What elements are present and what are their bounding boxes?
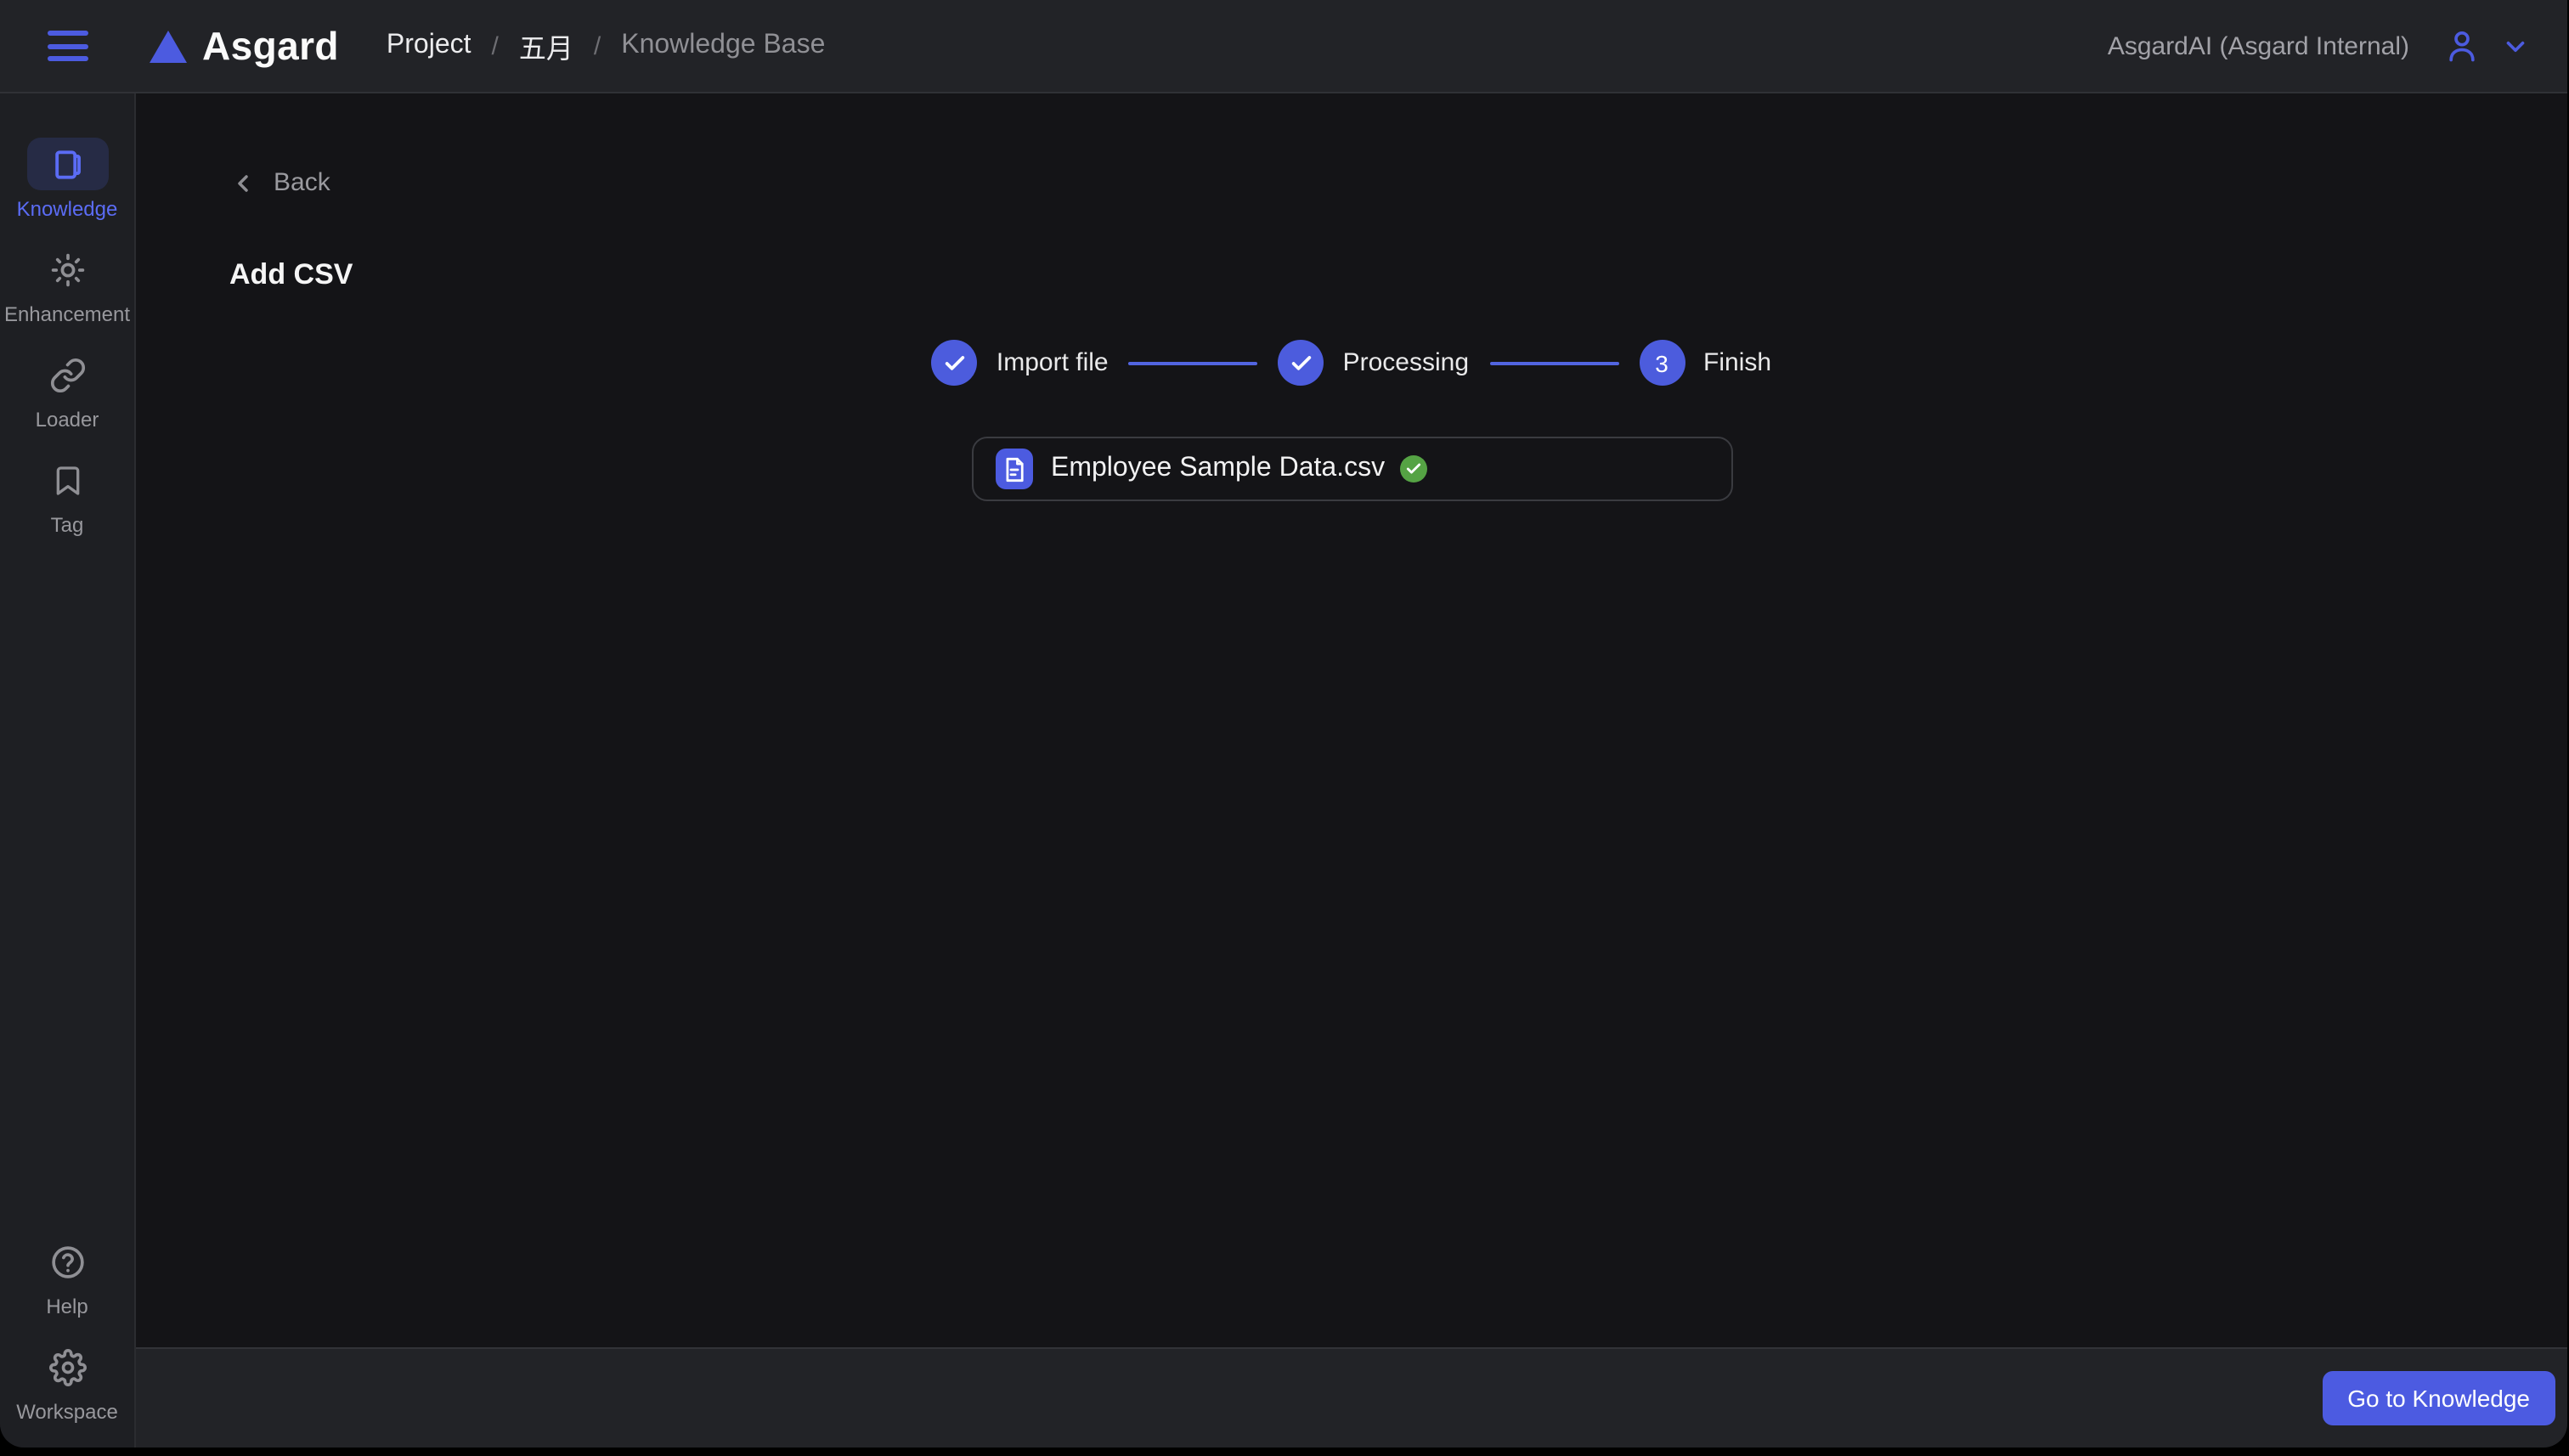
stepper: Import file Processing 3 Finish xyxy=(229,340,2474,386)
step-label: Processing xyxy=(1342,348,1470,377)
step-number-circle: 3 xyxy=(1639,340,1685,386)
link-icon xyxy=(26,348,108,401)
sidebar-item-workspace[interactable]: Workspace xyxy=(0,1340,135,1424)
screen: Asgard Project / 五月 / Knowledge Base Asg… xyxy=(0,0,2569,1456)
step-label: Import file xyxy=(996,348,1109,377)
sidebar: Knowledge Enhancement Loader Tag Help Wo… xyxy=(0,93,136,1448)
breadcrumb-item-project[interactable]: Project xyxy=(387,31,471,61)
top-bar: Asgard Project / 五月 / Knowledge Base Asg… xyxy=(0,0,2567,93)
page-title: Add CSV xyxy=(229,258,353,291)
breadcrumb: Project / 五月 / Knowledge Base xyxy=(387,25,826,66)
sidebar-item-label: Knowledge xyxy=(16,197,118,221)
bookmark-icon xyxy=(26,454,108,506)
body-row: Knowledge Enhancement Loader Tag Help Wo… xyxy=(0,93,2567,1448)
gear-icon xyxy=(26,1340,108,1393)
breadcrumb-item-current: Knowledge Base xyxy=(621,31,826,59)
breadcrumb-item-project-name[interactable]: 五月 xyxy=(519,25,573,66)
brand-name: Asgard xyxy=(202,23,339,67)
sun-icon xyxy=(26,243,108,296)
help-circle-icon xyxy=(26,1235,108,1288)
hamburger-menu-button[interactable] xyxy=(48,31,88,61)
sidebar-item-label: Workspace xyxy=(16,1400,118,1424)
back-button[interactable]: Back xyxy=(229,168,330,197)
sidebar-item-loader[interactable]: Loader xyxy=(0,348,135,432)
sidebar-item-label: Help xyxy=(46,1295,88,1318)
file-card: Employee Sample Data.csv xyxy=(971,437,1732,501)
sidebar-item-label: Tag xyxy=(50,513,84,537)
sidebar-item-help[interactable]: Help xyxy=(0,1235,135,1318)
sidebar-item-label: Enhancement xyxy=(3,302,131,326)
user-icon xyxy=(2443,27,2481,65)
main-content: Back Add CSV Import file Processing 3 Fi… xyxy=(136,93,2567,1347)
back-label: Back xyxy=(274,168,330,197)
triangle-logo-icon xyxy=(150,30,187,62)
step-finish: 3 Finish xyxy=(1639,340,1771,386)
step-connector xyxy=(1128,361,1258,364)
account-label: AsgardAI (Asgard Internal) xyxy=(2107,31,2409,60)
account-menu[interactable]: AsgardAI (Asgard Internal) xyxy=(2108,27,2530,65)
step-import-file: Import file xyxy=(931,340,1109,386)
book-icon xyxy=(26,138,108,190)
check-icon xyxy=(945,355,965,370)
go-to-knowledge-button[interactable]: Go to Knowledge xyxy=(2322,1371,2555,1425)
step-check-circle xyxy=(1278,340,1324,386)
step-label: Finish xyxy=(1703,348,1772,377)
success-check-icon xyxy=(1400,455,1428,483)
step-connector xyxy=(1489,361,1619,364)
sidebar-item-enhancement[interactable]: Enhancement xyxy=(0,243,135,326)
file-name: Employee Sample Data.csv xyxy=(1051,454,1386,483)
csv-file-icon xyxy=(995,449,1032,489)
breadcrumb-separator: / xyxy=(593,31,601,60)
sidebar-item-tag[interactable]: Tag xyxy=(0,454,135,537)
sidebar-item-label: Loader xyxy=(35,408,99,432)
main-column: Back Add CSV Import file Processing 3 Fi… xyxy=(136,93,2567,1448)
chevron-down-icon xyxy=(2501,31,2530,60)
sidebar-item-knowledge[interactable]: Knowledge xyxy=(0,138,135,221)
brand-logo[interactable]: Asgard xyxy=(150,23,339,69)
hamburger-icon xyxy=(48,31,88,36)
step-processing: Processing xyxy=(1278,340,1470,386)
check-icon xyxy=(1291,355,1311,370)
step-check-circle xyxy=(931,340,978,386)
footer-bar: Go to Knowledge xyxy=(136,1347,2567,1448)
chevron-left-icon xyxy=(238,174,248,191)
app-window: Asgard Project / 五月 / Knowledge Base Asg… xyxy=(0,0,2567,1448)
breadcrumb-separator: / xyxy=(491,31,499,60)
